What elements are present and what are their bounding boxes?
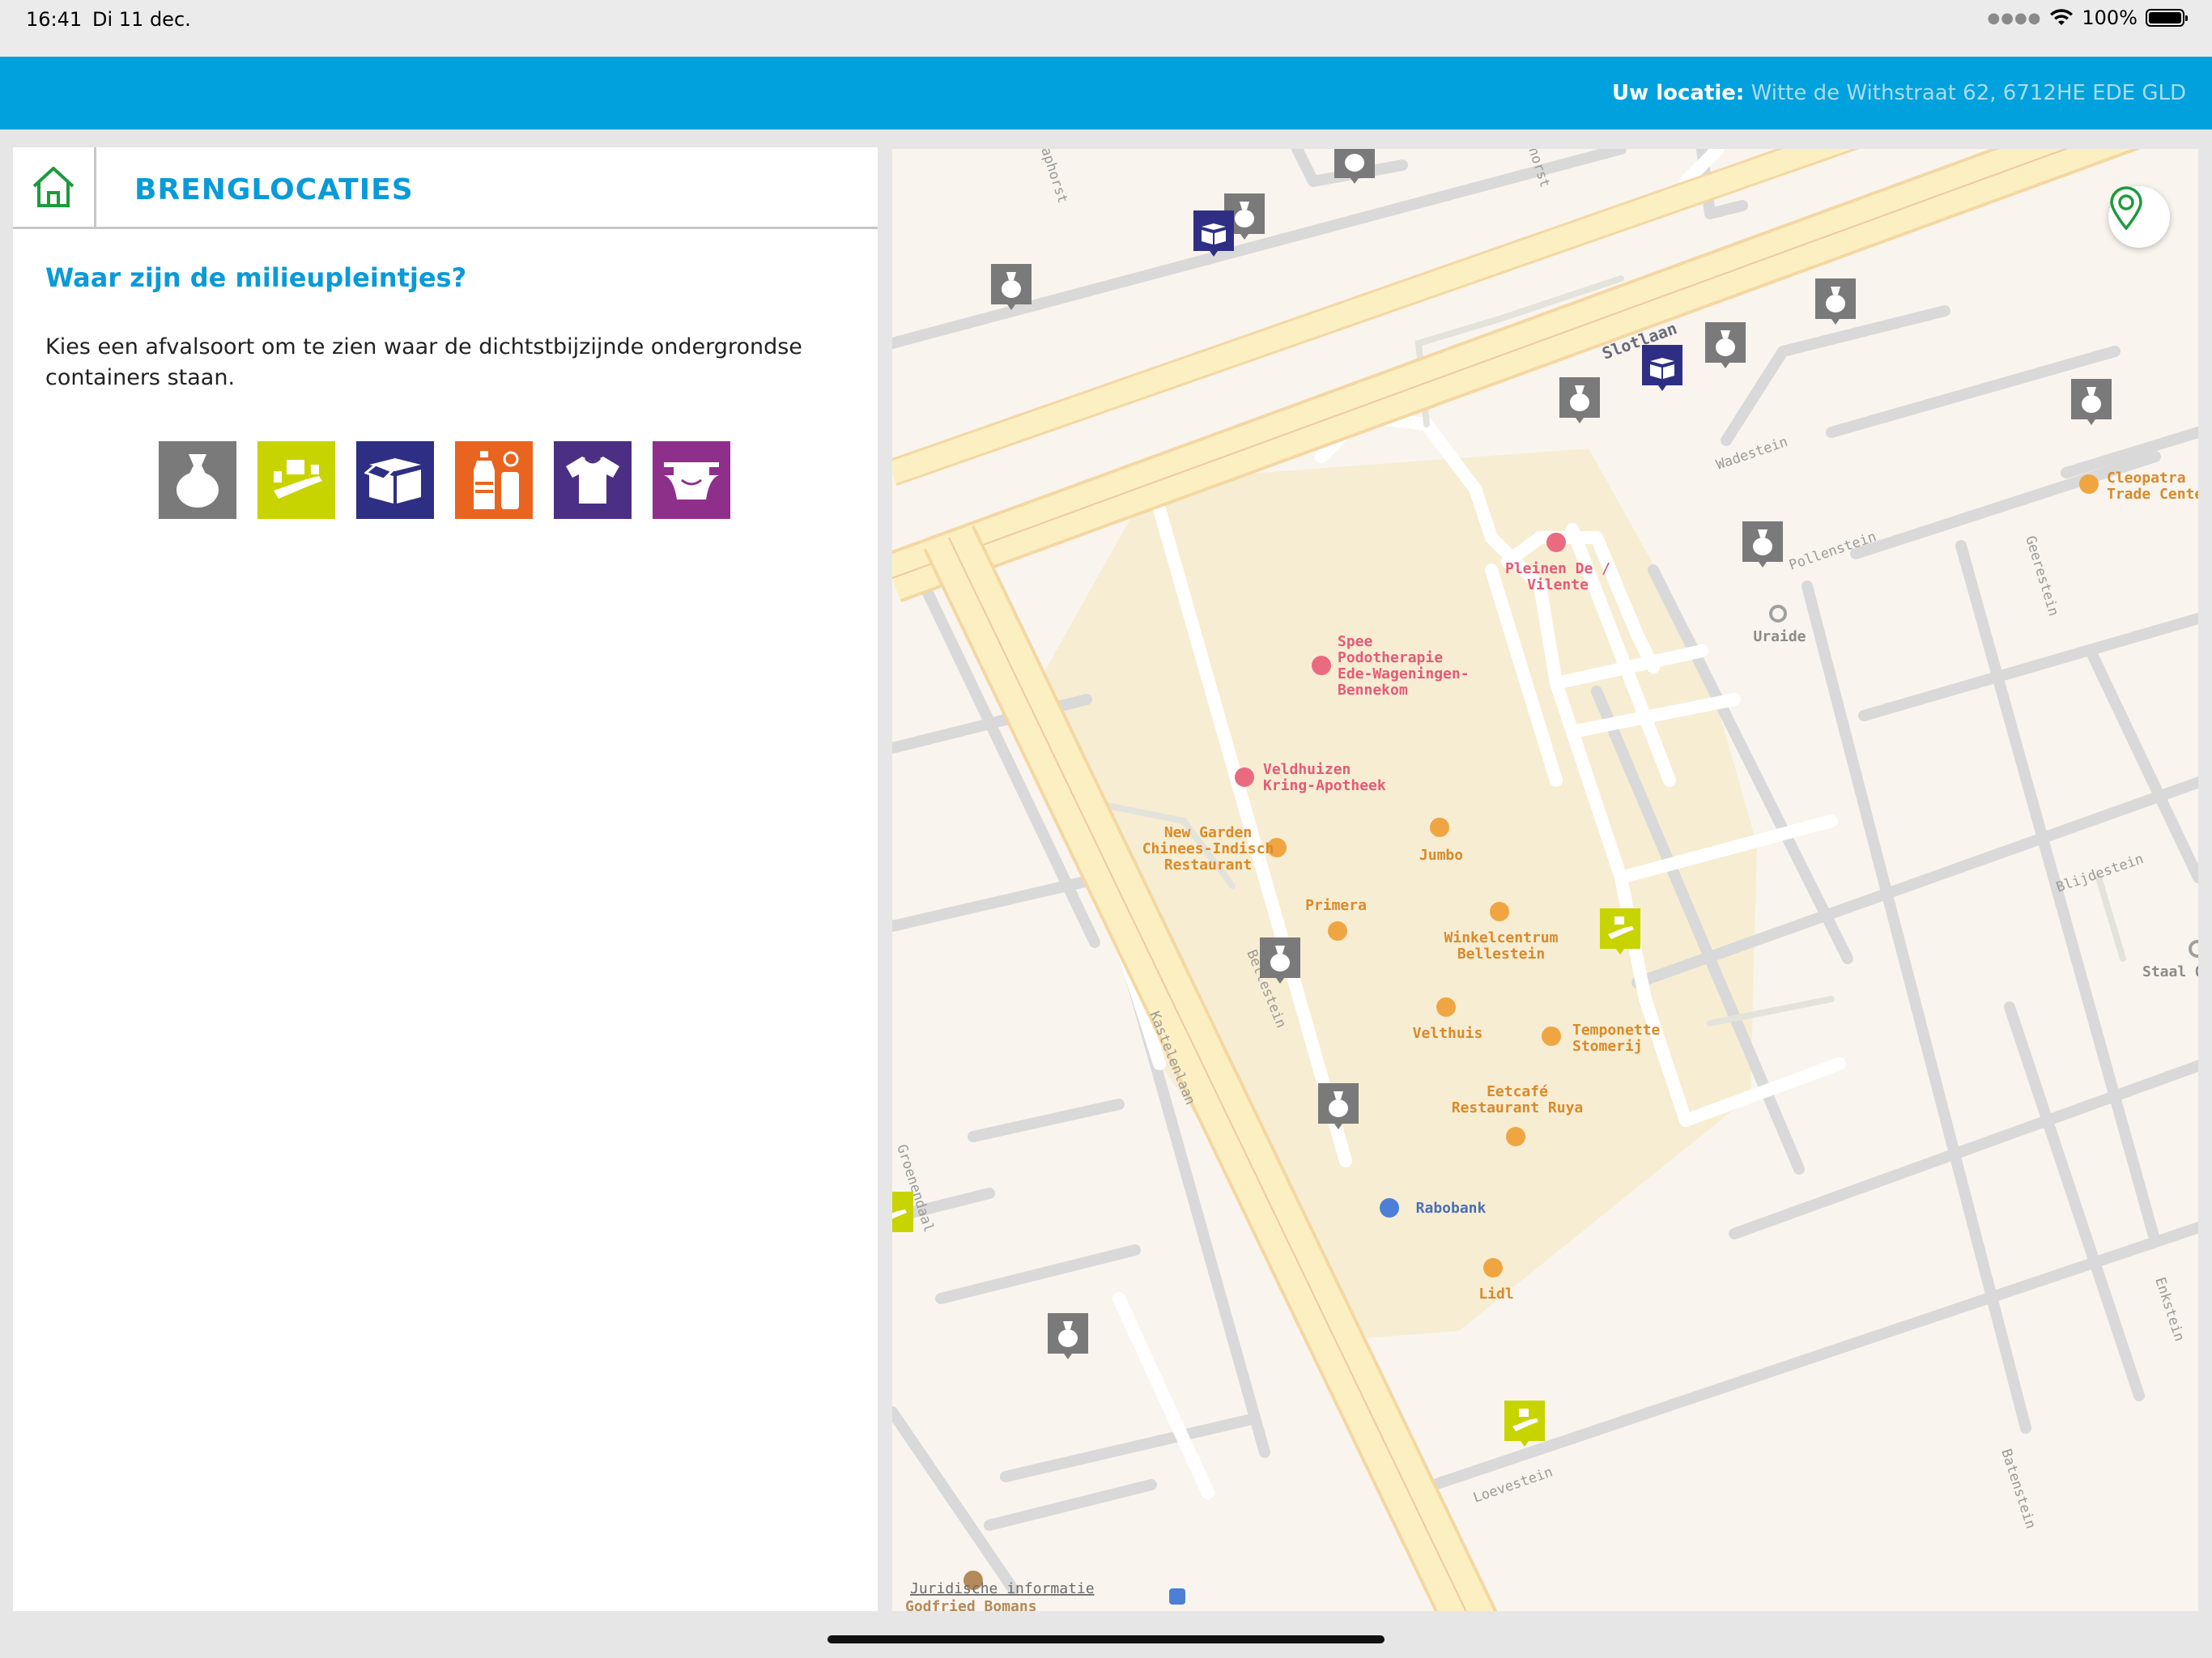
location-pin-icon [2110,186,2142,230]
poi-label: Trade Cente [2107,486,2198,503]
home-indicator [827,1635,1385,1643]
map-canvas: Slotlaan Wadestein Pollenstein Geerestei… [892,149,2198,1611]
poi-label: Cleopatra [2107,470,2186,487]
poi-label: Chinees-Indisch [1142,840,1274,857]
poi-label: Lidl [1478,1286,1513,1303]
panel-intro: Kies een afvalsoort om te zien waar de d… [45,334,802,390]
page-title: BRENGLOCATIES [134,173,414,206]
home-icon [32,167,74,207]
legal-link[interactable]: Juridische informatie [910,1580,1095,1597]
poi-label: Kring-Apotheek [1263,777,1386,794]
panel-question: Waar zijn de milieupleintjes? [45,262,467,293]
status-time: 16:41 [26,8,83,31]
poi-label: Restaurant [1164,857,1252,874]
poi-label: Bennekom [1338,682,1408,699]
status-right: ●●●● 100% [1987,6,2188,29]
poi-label: Uraide [1753,628,1806,645]
locate-me-button[interactable] [2108,186,2170,248]
poi-label: Podotherapie [1338,649,1443,666]
poi-label: Velthuis [1413,1025,1483,1042]
poi-label: Ede-Wageningen- [1338,665,1470,682]
category-luiers-button[interactable] [653,441,730,519]
street-label: Geerestein [2022,534,2061,619]
street-label: aphorst [1037,149,1070,206]
poi-label: Eetcafé [1487,1083,1548,1100]
category-plastic-button[interactable] [455,441,533,519]
poi-label: New Garden [1164,824,1252,841]
cellular-dots-icon: ●●●● [1987,9,2042,27]
glass-bottles-icon [274,460,322,499]
category-restafval-button[interactable] [159,441,236,519]
panel-header: BRENGLOCATIES [13,147,878,229]
side-panel: BRENGLOCATIES Waar zijn de milieupleintj… [13,147,878,1611]
category-papier-button[interactable] [356,441,434,519]
trash-bag-icon [177,454,219,508]
poi-label: Staal O [2142,963,2198,980]
plastic-bottle-icon [474,451,519,509]
poi-label: Pleinen De / [1505,560,1610,577]
app-header: Uw locatie: Witte de Withstraat 62, 6712… [0,57,2212,130]
poi-label: Temponette [1572,1022,1661,1039]
street-label: Batenstein [1997,1447,2039,1531]
poi-label: Primera [1305,897,1367,914]
poi-label: Veldhuizen [1263,761,1351,778]
poi-label: Jumbo [1419,847,1463,864]
current-location: Uw locatie: Witte de Withstraat 62, 6712… [1612,81,2186,105]
map-view[interactable]: Slotlaan Wadestein Pollenstein Geerestei… [892,149,2198,1611]
poi-label: Godfried Bomans [905,1598,1037,1611]
street-label: Enkstein [2151,1275,2187,1343]
location-value: Witte de Withstraat 62, 6712HE EDE GLD [1750,81,2186,105]
diaper-icon [664,462,719,500]
category-list [159,441,730,519]
location-label: Uw locatie: [1612,81,1745,105]
cardboard-box-icon [364,458,421,504]
poi-label: Rabobank [1416,1200,1487,1217]
category-glas-button[interactable] [257,441,335,519]
poi-label: Restaurant Ruya [1452,1099,1584,1116]
status-date: Di 11 dec. [92,8,191,31]
battery-icon [2146,9,2188,27]
poi-label: Bellestein [1457,946,1545,963]
poi-label: Vilente [1527,576,1589,593]
poi-label: Stomerij [1572,1038,1643,1055]
tshirt-icon [566,457,619,504]
home-button[interactable] [13,147,96,227]
status-bar: 16:41 Di 11 dec. ●●●● 100% [0,0,2212,57]
battery-percent: 100% [2082,6,2138,29]
poi-label: Winkelcentrum [1444,929,1559,946]
category-textiel-button[interactable] [554,441,632,519]
wifi-icon [2050,9,2074,25]
poi-label: Spee [1338,633,1373,650]
